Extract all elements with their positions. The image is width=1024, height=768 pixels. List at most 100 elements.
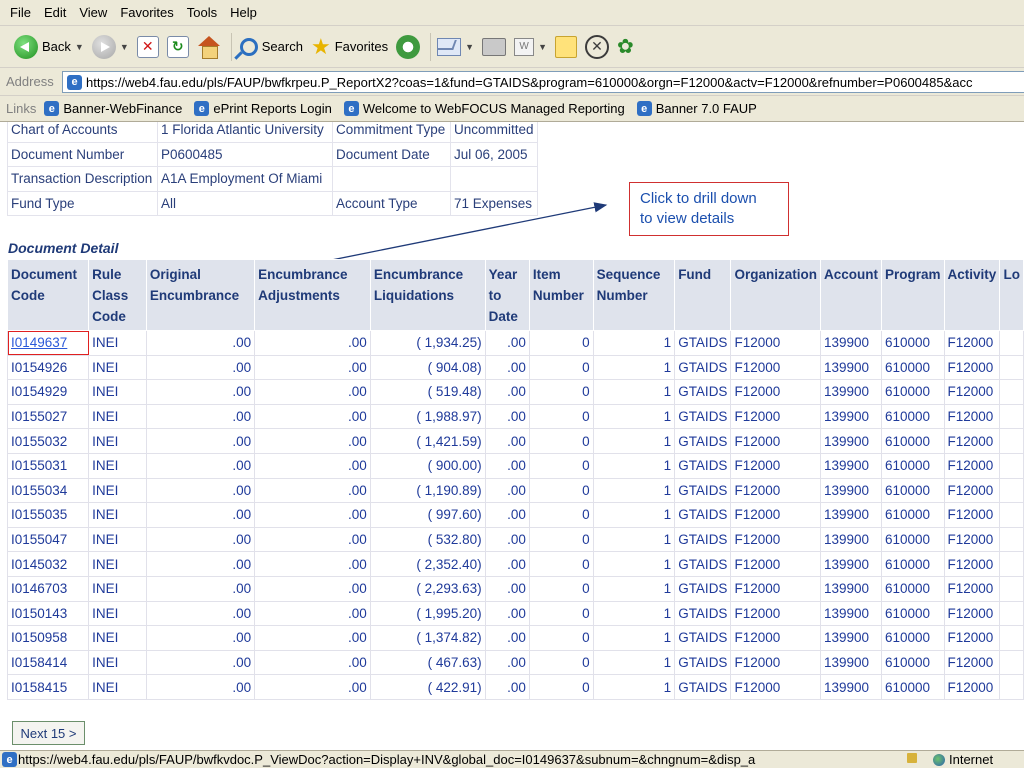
table-cell: F12000 xyxy=(730,428,821,454)
document-code-cell: I0154929 xyxy=(6,379,90,405)
history-button[interactable] xyxy=(396,34,421,59)
table-cell: ( 904.08) xyxy=(369,354,486,381)
table-cell: F12000 xyxy=(943,600,1001,627)
table-cell: INEI xyxy=(88,575,147,602)
table-cell: 610000 xyxy=(880,403,945,430)
menu-view[interactable]: View xyxy=(79,5,107,20)
table-cell: GTAIDS xyxy=(674,575,732,602)
table-cell xyxy=(999,625,1024,651)
table-cell: 139900 xyxy=(819,452,882,479)
document-code-cell: I0155047 xyxy=(6,526,90,553)
menu-help[interactable]: Help xyxy=(230,5,257,20)
next-15-button[interactable]: Next 15 > xyxy=(12,721,85,745)
menu-edit[interactable]: Edit xyxy=(44,5,66,20)
home-icon xyxy=(197,35,221,59)
document-code-link[interactable]: I0149637 xyxy=(11,335,67,350)
stop-button[interactable]: ✕ xyxy=(136,35,159,58)
back-arrow-icon xyxy=(14,34,38,59)
table-cell xyxy=(999,502,1024,528)
column-header: Organization xyxy=(730,259,821,331)
document-detail-title: Document Detail xyxy=(8,240,119,256)
stop-icon: ✕ xyxy=(136,35,159,58)
document-code-cell: I0155034 xyxy=(6,477,90,504)
table-cell: 0 xyxy=(528,600,594,627)
menu-file[interactable]: File xyxy=(10,5,31,20)
table-cell xyxy=(999,379,1024,405)
table-cell: 139900 xyxy=(819,674,882,700)
page-icon: e xyxy=(2,752,17,767)
menu-favorites[interactable]: Favorites xyxy=(120,5,173,20)
printer-icon xyxy=(482,37,507,56)
table-cell: .00 xyxy=(145,403,256,430)
table-cell: .00 xyxy=(484,403,530,430)
table-cell: ( 519.48) xyxy=(369,379,486,405)
table-cell: F12000 xyxy=(730,452,821,479)
forward-dropdown-icon[interactable]: ▼ xyxy=(120,42,129,52)
table-cell: F12000 xyxy=(730,649,821,676)
table-cell: .00 xyxy=(254,330,371,356)
table-cell: .00 xyxy=(254,428,371,454)
link-eprint-reports[interactable]: e ePrint Reports Login xyxy=(194,101,332,116)
back-dropdown-icon[interactable]: ▼ xyxy=(75,42,84,52)
table-cell: .00 xyxy=(145,526,256,553)
mail-dropdown-icon[interactable]: ▼ xyxy=(465,42,474,52)
address-input[interactable]: e https://web4.fau.edu/pls/FAUP/bwfkrpeu… xyxy=(62,71,1024,93)
favorites-button[interactable]: ★ Favorites xyxy=(311,35,388,58)
table-cell: 0 xyxy=(528,649,594,676)
header-label: Chart of Accounts xyxy=(7,122,158,143)
research-button[interactable]: ✕ xyxy=(585,34,609,59)
header-value xyxy=(450,166,538,192)
document-code-cell: I0146703 xyxy=(6,575,90,602)
menu-bar: File Edit View Favorites Tools Help xyxy=(0,0,1024,26)
table-cell: F12000 xyxy=(730,625,821,651)
mail-button[interactable]: ▼ xyxy=(437,37,474,56)
table-cell: .00 xyxy=(484,477,530,504)
table-cell: 139900 xyxy=(819,354,882,381)
refresh-button[interactable]: ↻ xyxy=(166,35,189,58)
table-cell: F12000 xyxy=(943,625,1001,651)
table-cell: GTAIDS xyxy=(674,526,732,553)
table-cell: .00 xyxy=(254,526,371,553)
table-cell: ( 467.63) xyxy=(369,649,486,676)
back-button[interactable]: Back ▼ xyxy=(14,34,84,59)
table-cell: 610000 xyxy=(880,674,945,700)
table-cell xyxy=(999,575,1024,602)
table-cell: INEI xyxy=(88,452,147,479)
document-code-cell: I0155035 xyxy=(6,502,90,528)
notes-button[interactable] xyxy=(555,35,577,58)
link-banner-webfinance[interactable]: e Banner-WebFinance xyxy=(44,101,182,116)
table-cell: F12000 xyxy=(943,379,1001,405)
forward-button[interactable]: ▼ xyxy=(91,34,129,59)
table-row: I0155034 INEI .00.00( 1,190.89) .00 0 1 GTAIDS… xyxy=(6,477,1024,504)
table-cell: 0 xyxy=(528,575,594,602)
table-cell xyxy=(999,526,1024,553)
table-cell: ( 1,190.89) xyxy=(369,477,486,504)
table-cell: .00 xyxy=(484,625,530,651)
table-cell: 139900 xyxy=(819,428,882,454)
link-banner-7-faup[interactable]: e Banner 7.0 FAUP xyxy=(636,101,757,116)
table-cell: .00 xyxy=(145,477,256,504)
table-cell: INEI xyxy=(88,649,147,676)
column-header: Lo xyxy=(999,259,1024,331)
table-cell: 1 xyxy=(592,452,676,479)
table-cell: .00 xyxy=(145,600,256,627)
home-button[interactable] xyxy=(197,35,221,59)
table-cell: GTAIDS xyxy=(674,625,732,651)
table-cell: 139900 xyxy=(819,625,882,651)
messenger-button[interactable]: ✿ xyxy=(617,34,634,59)
table-row: I0155027 INEI .00.00( 1,988.97) .00 0 1 GTAIDS… xyxy=(6,403,1024,430)
menu-tools[interactable]: Tools xyxy=(187,5,217,20)
page-content[interactable]: Chart of Accounts 1 Florida Atlantic Univ… xyxy=(0,122,1024,750)
search-button[interactable]: Search xyxy=(238,37,303,56)
table-cell: 0 xyxy=(528,551,594,577)
table-cell: ( 1,934.25) xyxy=(369,330,486,356)
print-button[interactable] xyxy=(482,37,507,56)
link-webfocus[interactable]: e Welcome to WebFOCUS Managed Reporting xyxy=(343,101,625,116)
table-row: I0150143 INEI .00.00( 1,995.20) .00 0 1 GTAIDS… xyxy=(6,600,1024,627)
edit-button[interactable]: W ▼ xyxy=(514,37,547,56)
edit-dropdown-icon[interactable]: ▼ xyxy=(538,42,547,52)
mail-icon xyxy=(437,37,462,56)
table-cell: F12000 xyxy=(730,354,821,381)
table-cell: F12000 xyxy=(730,403,821,430)
table-cell: INEI xyxy=(88,428,147,454)
